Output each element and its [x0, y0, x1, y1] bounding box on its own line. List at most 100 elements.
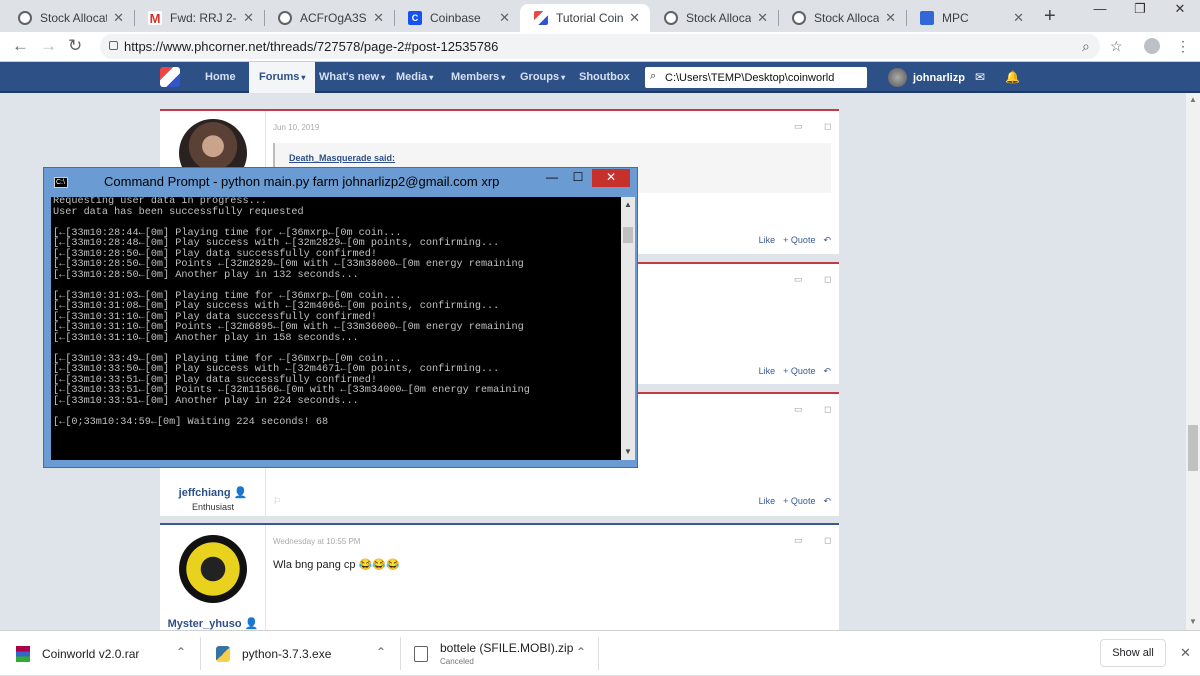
menu-icon[interactable]: ⋮	[1176, 38, 1190, 55]
nav-whats-new[interactable]: What's new ▾	[319, 62, 385, 93]
reply-icon[interactable]: ↶	[823, 496, 831, 506]
scroll-down-icon[interactable]: ▼	[624, 447, 632, 456]
nav-groups[interactable]: Groups ▾	[520, 62, 565, 93]
bell-icon[interactable]: 🔔	[1005, 70, 1020, 84]
cmd-close-button[interactable]: ✕	[592, 169, 630, 187]
phcorner-icon	[534, 11, 548, 25]
tab-6[interactable]: Stock Allocatio✕	[778, 4, 906, 32]
chevron-down-icon: ▾	[301, 73, 306, 82]
scroll-thumb[interactable]	[1188, 425, 1198, 471]
show-all-button[interactable]: Show all	[1100, 639, 1166, 667]
window-close-button[interactable]: ✕	[1160, 0, 1200, 20]
file-icon	[414, 645, 428, 662]
console-line: [←[33m10:33:50←[0m] Play success with ←[…	[53, 364, 500, 375]
command-prompt-window[interactable]: C:\ Command Prompt - python main.py farm…	[43, 167, 638, 468]
close-icon[interactable]: ✕	[373, 10, 384, 26]
post-actions: Like + Quote ↶	[758, 496, 831, 506]
page-scrollbar[interactable]: ▲ ▼	[1186, 93, 1200, 630]
restore-button[interactable]: ❐	[1120, 0, 1160, 20]
close-icon[interactable]: ✕	[1013, 10, 1024, 26]
tab-5[interactable]: Stock Allocatio✕	[650, 4, 778, 32]
post-actions: Like + Quote ↶	[758, 366, 831, 376]
close-icon[interactable]: ✕	[499, 10, 510, 26]
zoom-icon[interactable]: ⌕	[1082, 38, 1090, 55]
tab-0[interactable]: Stock Allocatio✕	[4, 4, 134, 32]
flag-icon[interactable]: ⚐	[273, 496, 281, 507]
download-item-1[interactable]: python-3.7.3.exe ⌃	[216, 631, 386, 676]
cmd-scrollbar[interactable]: ▲ ▼	[621, 197, 635, 460]
console-line: [←[0;33m10:34:59←[0m] Waiting 224 second…	[53, 416, 329, 428]
bookmark-icon[interactable]: ◻	[824, 535, 831, 546]
back-arrow-icon[interactable]: ←	[12, 36, 29, 56]
console-line: [←[33m10:33:51←[0m] Points ←[32m11566←[0…	[53, 385, 530, 396]
share-icon[interactable]: ▭	[794, 274, 803, 285]
url-field[interactable]: https://www.phcorner.net/threads/727578/…	[100, 34, 1100, 59]
bookmark-icon[interactable]: ◻	[824, 121, 831, 132]
python-icon	[216, 645, 230, 662]
console-line: Requesting user data in progress...	[53, 197, 267, 207]
share-icon[interactable]: ▭	[794, 404, 803, 415]
share-icon[interactable]: ▭	[794, 121, 803, 132]
minimize-button[interactable]: —	[1080, 0, 1120, 20]
share-icon[interactable]: ▭	[794, 535, 803, 546]
tab-2[interactable]: ACFrOgA3Stup✕	[264, 4, 394, 32]
new-tab-button[interactable]: +	[1044, 5, 1056, 28]
post-author[interactable]: jeffchiang 👤	[160, 486, 266, 499]
reply-icon[interactable]: ↶	[823, 366, 831, 376]
nav-home[interactable]: Home	[205, 62, 236, 93]
reply-icon[interactable]: ↶	[823, 235, 831, 245]
envelope-icon[interactable]: ✉	[975, 70, 985, 84]
chrome-icon	[792, 11, 806, 25]
scroll-up-icon[interactable]: ▲	[624, 200, 632, 209]
nav-shoutbox[interactable]: Shoutbox	[579, 62, 630, 93]
scroll-thumb[interactable]	[623, 227, 633, 243]
user-icon: 👤	[244, 618, 259, 630]
tab-7[interactable]: MPC ✕	[906, 4, 1034, 32]
user-menu[interactable]: johnarlizp	[888, 68, 965, 87]
download-item-2[interactable]: bottele (SFILE.MOBI).zip Canceled ⌃	[414, 631, 586, 676]
nav-media[interactable]: Media ▾	[396, 62, 433, 93]
star-icon[interactable]: ☆	[1110, 38, 1123, 55]
gmail-icon: M	[148, 10, 162, 26]
cmd-minimize-button[interactable]: —	[539, 169, 565, 187]
avatar	[179, 535, 247, 603]
tab-1[interactable]: M Fwd: RRJ 2-18✕	[134, 4, 264, 32]
chevron-up-icon[interactable]: ⌃	[176, 645, 186, 659]
reload-icon[interactable]: ↻	[68, 36, 82, 56]
chrome-icon	[664, 11, 678, 25]
chevron-up-icon[interactable]: ⌃	[576, 645, 586, 659]
tab-4-active[interactable]: Tutorial Coin W✕	[520, 4, 650, 32]
nav-members[interactable]: Members ▾	[451, 62, 505, 93]
profile-icon[interactable]	[1144, 38, 1160, 54]
cmd-console-output[interactable]: Requesting user data in progress... User …	[51, 197, 621, 460]
forward-arrow-icon[interactable]: →	[40, 36, 57, 56]
close-icon[interactable]: ✕	[629, 10, 640, 26]
bookmark-icon[interactable]: ◻	[824, 404, 831, 415]
close-icon[interactable]: ✕	[757, 10, 768, 26]
scroll-down-icon[interactable]: ▼	[1189, 617, 1197, 626]
cmd-titlebar[interactable]: C:\ Command Prompt - python main.py farm…	[44, 168, 637, 196]
phcorner-logo-icon[interactable]	[160, 67, 180, 87]
scroll-up-icon[interactable]: ▲	[1189, 95, 1197, 104]
console-line: [←[33m10:33:51←[0m] Another play in 224 …	[53, 395, 359, 407]
console-line: [←[33m10:28:50←[0m] Another play in 132 …	[53, 269, 359, 281]
close-icon[interactable]: ✕	[885, 10, 896, 26]
download-item-0[interactable]: Coinworld v2.0.rar ⌃	[16, 631, 186, 676]
console-line: [←[33m10:28:50←[0m] Points ←[32m2829←[0m…	[53, 259, 524, 270]
close-icon[interactable]: ✕	[1180, 645, 1191, 661]
site-search-input[interactable]: ⌕ C:\Users\TEMP\Desktop\coinworld	[645, 67, 867, 88]
tab-3[interactable]: C Coinbase ✕	[394, 4, 520, 32]
close-icon[interactable]: ✕	[243, 10, 254, 26]
post-author[interactable]: Myster_yhuso 👤	[160, 617, 266, 630]
nav-forums[interactable]: Forums ▾	[249, 62, 316, 93]
cmd-maximize-button[interactable]: ☐	[565, 169, 591, 187]
chevron-up-icon[interactable]: ⌃	[376, 645, 386, 659]
lock-icon	[109, 41, 118, 50]
bookmark-icon[interactable]: ◻	[824, 274, 831, 285]
search-icon: ⌕	[650, 70, 657, 82]
close-icon[interactable]: ✕	[113, 10, 124, 26]
